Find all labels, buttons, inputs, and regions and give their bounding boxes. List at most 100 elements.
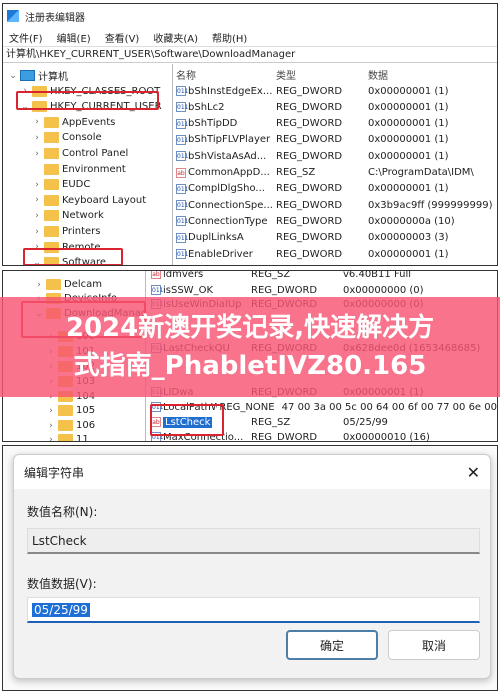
value-row[interactable]: 011 ConnectionType REG_DWORD 0x0000000a (10…: [176, 213, 497, 229]
chevron-right-icon[interactable]: ›: [47, 406, 55, 416]
tree-node-label: Printers: [62, 226, 101, 237]
chevron-right-icon[interactable]: ›: [33, 227, 41, 237]
value-type: REG_DWORD: [276, 85, 343, 97]
value-data-field[interactable]: 05/25/99: [27, 597, 480, 623]
value-name: CommonAppD...: [188, 167, 270, 178]
value-name-field[interactable]: LstCheck: [27, 528, 480, 554]
tree-node-label: 11: [76, 434, 89, 441]
menu-item[interactable]: 编辑(E): [57, 30, 91, 45]
tree-node[interactable]: ⌄ 计算机: [9, 68, 68, 83]
address-bar[interactable]: 计算机\HKEY_CURRENT_USER\Software\DownloadM…: [3, 46, 497, 63]
value-row[interactable]: 011 bShLc2 REG_DWORD 0x00000001 (1): [176, 99, 497, 115]
column-header-data[interactable]: 数据: [368, 67, 497, 82]
chevron-down-icon[interactable]: ⌄: [9, 71, 17, 81]
menu-item[interactable]: 文件(F): [9, 30, 43, 45]
folder-icon: [58, 420, 73, 431]
tree-node[interactable]: › Console: [33, 130, 102, 145]
value-name: EnableDriver: [188, 248, 253, 260]
menu-bar: 文件(F) 编辑(E) 查看(V) 收藏夹(A) 帮助(H): [3, 28, 497, 46]
value-type: REG_DWORD: [276, 134, 343, 146]
value-name-cell: 011 EnableDriver: [176, 249, 274, 260]
chevron-right-icon[interactable]: ›: [33, 211, 41, 221]
tree-node-label: EUDC: [62, 179, 91, 191]
value-data: 0x00000010 (16): [343, 431, 430, 442]
binary-value-icon: 011: [176, 183, 189, 194]
tree-node[interactable]: › Network: [33, 208, 104, 223]
tree-node-label: Console: [62, 132, 102, 144]
folder-icon: [44, 148, 59, 159]
value-row[interactable]: 011 bShTipFLVPlayer REG_DWORD 0x00000001 (1…: [176, 132, 497, 148]
menu-item[interactable]: 收藏夹(A): [153, 30, 198, 45]
binary-value-icon: 011: [176, 232, 189, 243]
tree-node[interactable]: › Keyboard Layout: [33, 193, 146, 208]
menu-item[interactable]: 查看(V): [105, 30, 140, 45]
value-row[interactable]: 011 ComplDlgSho... REG_DWORD 0x00000001 (1): [176, 181, 497, 197]
value-row[interactable]: 011 DuplLinksA REG_DWORD 0x00000003 (3): [176, 230, 497, 246]
window-title: 注册表编辑器: [25, 12, 85, 24]
chevron-right-icon[interactable]: ›: [35, 280, 43, 290]
value-type: REG_DWORD: [276, 118, 343, 130]
value-name-cell: 011 ConnectionType: [176, 216, 274, 227]
folder-icon: [44, 210, 59, 222]
cancel-button[interactable]: 取消: [388, 630, 480, 660]
value-name-cell: 011 bShTipDD: [176, 118, 274, 129]
tree-node[interactable]: › Printers: [33, 224, 100, 239]
tree-node[interactable]: › 105: [47, 403, 95, 418]
value-type: REG_SZ: [251, 271, 291, 280]
tree-node-label: 105: [76, 405, 96, 416]
value-row[interactable]: ab CommonAppD... REG_SZ C:\ProgramData\IDM\: [176, 165, 497, 181]
folder-icon: [44, 194, 59, 206]
binary-value-icon: 011: [176, 151, 189, 162]
value-row[interactable]: 011 bShInstEdgeEx... REG_DWORD 0x00000001 (…: [176, 83, 497, 99]
folder-icon: [58, 434, 73, 441]
folder-icon: [46, 279, 61, 290]
tree-node[interactable]: › Control Panel: [33, 146, 128, 161]
registry-editor-window: 注册表编辑器 文件(F) 编辑(E) 查看(V) 收藏夹(A) 帮助(H) 计算机\HK…: [2, 3, 498, 266]
binary-value-icon: 011: [176, 102, 189, 113]
banner-line-2: 式指南_PhabletIVZ80.165: [73, 351, 427, 381]
tree-node-label: AppEvents: [62, 116, 116, 128]
tree-node-label: Control Panel: [62, 148, 129, 159]
tree-node[interactable]: › Delcam: [35, 277, 102, 292]
folder-icon: [44, 179, 59, 191]
chevron-right-icon[interactable]: ›: [47, 421, 55, 431]
value-name: bShInstEdgeEx...: [188, 85, 273, 97]
value-name-label: 数值名称(N):: [27, 505, 98, 519]
tree-node-label: Keyboard Layout: [62, 194, 147, 206]
computer-icon: [20, 70, 35, 81]
folder-icon: [44, 116, 59, 128]
close-icon[interactable]: ✕: [467, 463, 480, 482]
value-type: REG_DWORD: [251, 431, 318, 442]
chevron-right-icon[interactable]: ›: [33, 149, 41, 159]
folder-icon: [44, 226, 59, 237]
chevron-right-icon[interactable]: ›: [33, 180, 41, 190]
chevron-right-icon[interactable]: ›: [33, 117, 41, 127]
chevron-right-icon[interactable]: ›: [33, 133, 41, 143]
tree-node[interactable]: › 11: [47, 432, 89, 441]
value-list[interactable]: 名称 类型 数据 011 bShInstEdgeEx... REG_DWORD 0x0000…: [176, 64, 497, 265]
value-row[interactable]: ab ldmvers REG_SZ v6.40B11 Full: [151, 271, 497, 282]
menu-item[interactable]: 帮助(H): [212, 30, 247, 45]
value-row[interactable]: 011 EnableDriver REG_DWORD 0x00000001 (1): [176, 246, 497, 262]
column-header-name[interactable]: 名称: [176, 67, 274, 82]
column-header-type[interactable]: 类型: [274, 67, 368, 82]
chevron-right-icon[interactable]: ›: [47, 435, 55, 442]
tree-node[interactable]: › 106: [47, 418, 95, 433]
value-row[interactable]: 011 bShVistaAsAd... REG_DWORD 0x00000001 (1…: [176, 148, 497, 164]
tree-node-label: Environment: [62, 163, 126, 175]
value-data: 05/25/99: [343, 416, 388, 428]
highlight-box-hkcu: [16, 91, 159, 110]
value-row[interactable]: 011 ConnectionSpe... REG_DWORD 0x3b9ac9ff (…: [176, 197, 497, 213]
ok-button[interactable]: 确定: [286, 630, 378, 660]
value-name: bShLc2: [188, 101, 225, 113]
string-value-icon: ab: [151, 271, 161, 279]
tree-node[interactable]: › EUDC: [33, 177, 90, 192]
tree-node[interactable]: › AppEvents: [33, 115, 115, 130]
tree-node-label: Delcam: [64, 279, 102, 290]
value-row[interactable]: 011 bShTipDD REG_DWORD 0x00000001 (1): [176, 116, 497, 132]
value-name-cell: 011 isSSW_OK: [151, 285, 249, 296]
value-type: REG_DWORD: [251, 284, 318, 296]
tree-node[interactable]: Environment: [33, 162, 126, 177]
binary-value-icon: 011: [176, 249, 189, 259]
chevron-right-icon[interactable]: ›: [33, 195, 41, 205]
